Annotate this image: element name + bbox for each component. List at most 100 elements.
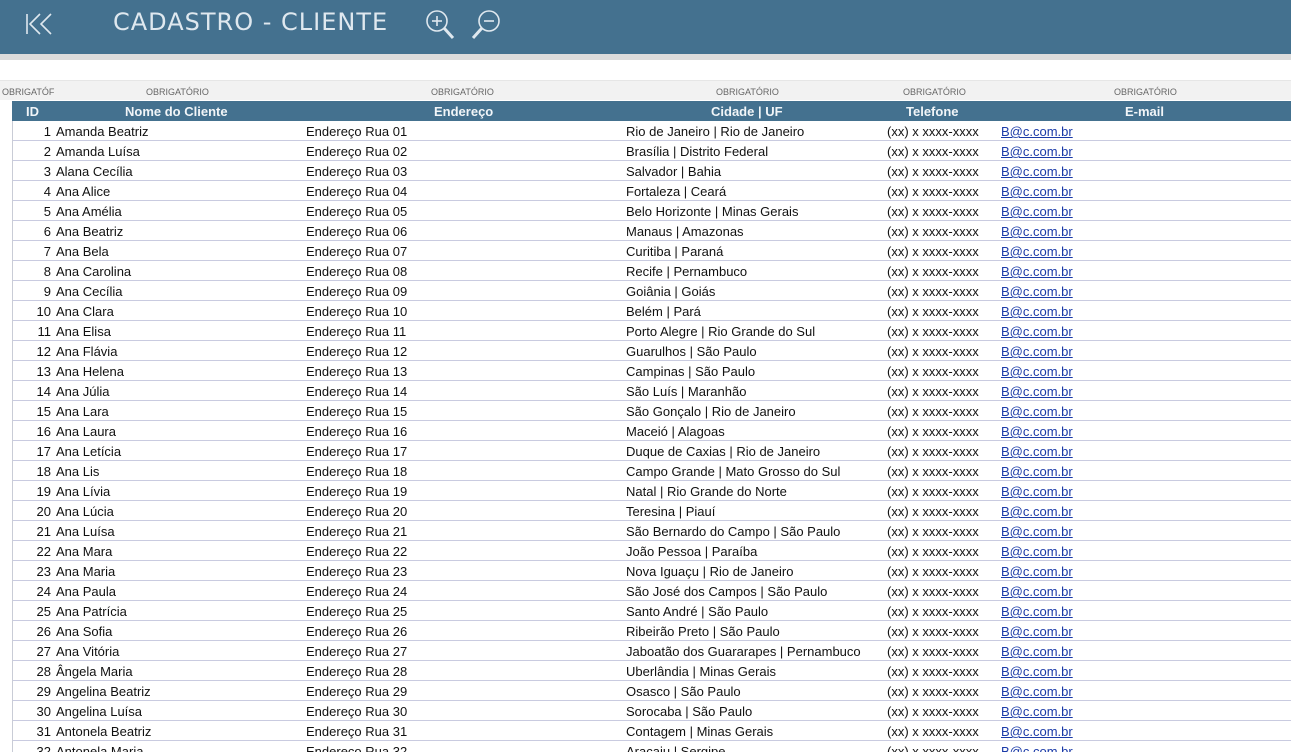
- cell-id[interactable]: 16: [13, 424, 51, 439]
- table-row[interactable]: 15 Ana Lara Endereço Rua 15 São Gonçalo | R…: [13, 401, 1291, 421]
- email-link[interactable]: B@c.com.br: [1001, 164, 1073, 179]
- cell-name[interactable]: Amanda Beatriz: [56, 124, 149, 139]
- cell-name[interactable]: Ângela Maria: [56, 664, 133, 679]
- email-link[interactable]: B@c.com.br: [1001, 644, 1073, 659]
- cell-address[interactable]: Endereço Rua 24: [306, 584, 407, 599]
- cell-name[interactable]: Ana Vitória: [56, 644, 119, 659]
- cell-phone[interactable]: (xx) x xxxx-xxxx: [887, 384, 979, 399]
- cell-id[interactable]: 14: [13, 384, 51, 399]
- cell-city[interactable]: Natal | Rio Grande do Norte: [626, 484, 787, 499]
- table-row[interactable]: 31 Antonela Beatriz Endereço Rua 31 Contage…: [13, 721, 1291, 741]
- cell-name[interactable]: Ana Letícia: [56, 444, 121, 459]
- first-record-icon[interactable]: [24, 10, 56, 38]
- cell-id[interactable]: 9: [13, 284, 51, 299]
- cell-id[interactable]: 10: [13, 304, 51, 319]
- cell-phone[interactable]: (xx) x xxxx-xxxx: [887, 724, 979, 739]
- cell-name[interactable]: Ana Lúcia: [56, 504, 114, 519]
- email-link[interactable]: B@c.com.br: [1001, 344, 1073, 359]
- cell-city[interactable]: Goiânia | Goiás: [626, 284, 715, 299]
- table-row[interactable]: 3 Alana Cecília Endereço Rua 03 Salvador | …: [13, 161, 1291, 181]
- cell-phone[interactable]: (xx) x xxxx-xxxx: [887, 164, 979, 179]
- cell-city[interactable]: Aracaju | Sergipe: [626, 744, 726, 752]
- cell-address[interactable]: Endereço Rua 26: [306, 624, 407, 639]
- table-row[interactable]: 13 Ana Helena Endereço Rua 13 Campinas | Sã…: [13, 361, 1291, 381]
- cell-city[interactable]: Curitiba | Paraná: [626, 244, 723, 259]
- cell-id[interactable]: 5: [13, 204, 51, 219]
- cell-id[interactable]: 24: [13, 584, 51, 599]
- cell-city[interactable]: Belo Horizonte | Minas Gerais: [626, 204, 798, 219]
- cell-address[interactable]: Endereço Rua 16: [306, 424, 407, 439]
- cell-id[interactable]: 26: [13, 624, 51, 639]
- cell-phone[interactable]: (xx) x xxxx-xxxx: [887, 124, 979, 139]
- cell-city[interactable]: Duque de Caxias | Rio de Janeiro: [626, 444, 820, 459]
- email-link[interactable]: B@c.com.br: [1001, 384, 1073, 399]
- cell-phone[interactable]: (xx) x xxxx-xxxx: [887, 424, 979, 439]
- email-link[interactable]: B@c.com.br: [1001, 284, 1073, 299]
- cell-city[interactable]: Jaboatão dos Guararapes | Pernambuco: [626, 644, 861, 659]
- email-link[interactable]: B@c.com.br: [1001, 524, 1073, 539]
- cell-phone[interactable]: (xx) x xxxx-xxxx: [887, 624, 979, 639]
- cell-name[interactable]: Antonela Beatriz: [56, 724, 151, 739]
- cell-address[interactable]: Endereço Rua 07: [306, 244, 407, 259]
- cell-address[interactable]: Endereço Rua 10: [306, 304, 407, 319]
- email-link[interactable]: B@c.com.br: [1001, 504, 1073, 519]
- cell-name[interactable]: Amanda Luísa: [56, 144, 140, 159]
- cell-city[interactable]: Campinas | São Paulo: [626, 364, 755, 379]
- table-row[interactable]: 23 Ana Maria Endereço Rua 23 Nova Iguaçu | …: [13, 561, 1291, 581]
- cell-address[interactable]: Endereço Rua 17: [306, 444, 407, 459]
- cell-name[interactable]: Ana Carolina: [56, 264, 131, 279]
- table-row[interactable]: 24 Ana Paula Endereço Rua 24 São José dos C…: [13, 581, 1291, 601]
- cell-name[interactable]: Ana Laura: [56, 424, 116, 439]
- email-link[interactable]: B@c.com.br: [1001, 564, 1073, 579]
- table-row[interactable]: 1 Amanda Beatriz Endereço Rua 01 Rio de Jan…: [13, 121, 1291, 141]
- zoom-in-icon[interactable]: [423, 8, 457, 42]
- email-link[interactable]: B@c.com.br: [1001, 424, 1073, 439]
- cell-name[interactable]: Ana Helena: [56, 364, 124, 379]
- cell-city[interactable]: Contagem | Minas Gerais: [626, 724, 773, 739]
- table-row[interactable]: 16 Ana Laura Endereço Rua 16 Maceió | Alago…: [13, 421, 1291, 441]
- cell-address[interactable]: Endereço Rua 08: [306, 264, 407, 279]
- cell-address[interactable]: Endereço Rua 18: [306, 464, 407, 479]
- column-header-id[interactable]: ID: [26, 104, 39, 119]
- cell-phone[interactable]: (xx) x xxxx-xxxx: [887, 684, 979, 699]
- cell-id[interactable]: 13: [13, 364, 51, 379]
- cell-id[interactable]: 20: [13, 504, 51, 519]
- email-link[interactable]: B@c.com.br: [1001, 584, 1073, 599]
- cell-id[interactable]: 27: [13, 644, 51, 659]
- cell-phone[interactable]: (xx) x xxxx-xxxx: [887, 224, 979, 239]
- cell-name[interactable]: Ana Paula: [56, 584, 116, 599]
- table-row[interactable]: 30 Angelina Luísa Endereço Rua 30 Sorocaba …: [13, 701, 1291, 721]
- table-row[interactable]: 26 Ana Sofia Endereço Rua 26 Ribeirão Preto…: [13, 621, 1291, 641]
- table-row[interactable]: 32 Antonela Maria Endereço Rua 32 Aracaju |…: [13, 741, 1291, 752]
- cell-name[interactable]: Ana Clara: [56, 304, 114, 319]
- cell-address[interactable]: Endereço Rua 06: [306, 224, 407, 239]
- table-row[interactable]: 29 Angelina Beatriz Endereço Rua 29 Osasco …: [13, 681, 1291, 701]
- cell-name[interactable]: Ana Maria: [56, 564, 115, 579]
- cell-id[interactable]: 21: [13, 524, 51, 539]
- cell-phone[interactable]: (xx) x xxxx-xxxx: [887, 344, 979, 359]
- table-row[interactable]: 19 Ana Lívia Endereço Rua 19 Natal | Rio Gr…: [13, 481, 1291, 501]
- cell-name[interactable]: Ana Luísa: [56, 524, 115, 539]
- cell-phone[interactable]: (xx) x xxxx-xxxx: [887, 444, 979, 459]
- cell-address[interactable]: Endereço Rua 02: [306, 144, 407, 159]
- cell-city[interactable]: Santo André | São Paulo: [626, 604, 768, 619]
- cell-city[interactable]: Ribeirão Preto | São Paulo: [626, 624, 780, 639]
- cell-id[interactable]: 3: [13, 164, 51, 179]
- cell-address[interactable]: Endereço Rua 01: [306, 124, 407, 139]
- cell-id[interactable]: 23: [13, 564, 51, 579]
- cell-id[interactable]: 12: [13, 344, 51, 359]
- cell-phone[interactable]: (xx) x xxxx-xxxx: [887, 504, 979, 519]
- cell-id[interactable]: 28: [13, 664, 51, 679]
- cell-name[interactable]: Ana Beatriz: [56, 224, 123, 239]
- table-row[interactable]: 14 Ana Júlia Endereço Rua 14 São Luís | Mar…: [13, 381, 1291, 401]
- cell-id[interactable]: 7: [13, 244, 51, 259]
- table-row[interactable]: 2 Amanda Luísa Endereço Rua 02 Brasília | D…: [13, 141, 1291, 161]
- cell-address[interactable]: Endereço Rua 29: [306, 684, 407, 699]
- cell-address[interactable]: Endereço Rua 31: [306, 724, 407, 739]
- cell-phone[interactable]: (xx) x xxxx-xxxx: [887, 584, 979, 599]
- cell-id[interactable]: 11: [13, 324, 52, 339]
- cell-name[interactable]: Ana Cecília: [56, 284, 122, 299]
- cell-name[interactable]: Angelina Luísa: [56, 704, 142, 719]
- table-row[interactable]: 28 Ângela Maria Endereço Rua 28 Uberlândia …: [13, 661, 1291, 681]
- table-row[interactable]: 25 Ana Patrícia Endereço Rua 25 Santo André…: [13, 601, 1291, 621]
